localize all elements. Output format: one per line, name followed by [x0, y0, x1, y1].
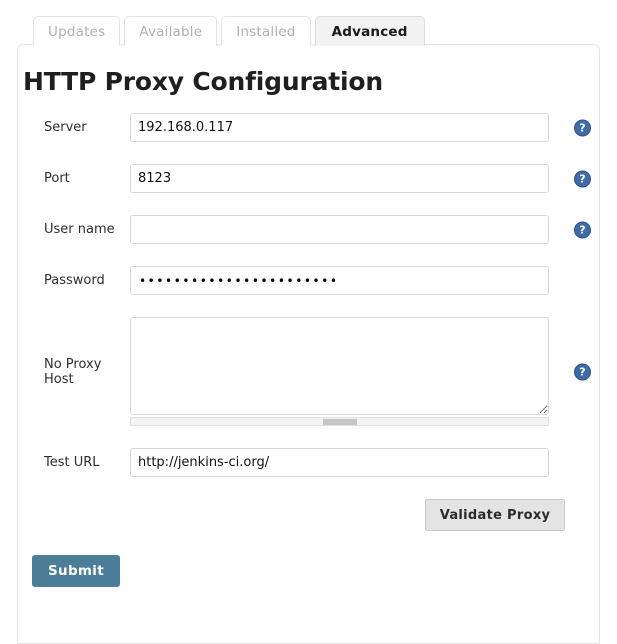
port-input[interactable] [130, 164, 549, 193]
form-row-username: User name ? [18, 215, 601, 244]
submit-button[interactable]: Submit [32, 555, 120, 587]
password-label: Password [44, 273, 105, 288]
no-proxy-host-textarea[interactable] [130, 317, 549, 415]
test-url-input[interactable] [130, 448, 549, 477]
advanced-panel: HTTP Proxy Configuration Server ? Port ?… [17, 44, 600, 644]
tab-available[interactable]: Available [124, 16, 218, 46]
tab-strip: Updates Available Installed Advanced [33, 14, 429, 46]
username-input[interactable] [130, 215, 549, 244]
textarea-drag-handle[interactable] [130, 417, 549, 426]
test-url-label: Test URL [44, 455, 100, 470]
tab-updates[interactable]: Updates [33, 16, 121, 46]
form-row-test-url: Test URL [18, 448, 601, 477]
tab-installed[interactable]: Installed [221, 16, 311, 46]
form-row-no-proxy-host: No Proxy Host ? [18, 317, 601, 426]
submit-row: Submit [18, 555, 601, 595]
http-proxy-form: Server ? Port ? User name ? Password [18, 113, 601, 595]
port-field-wrap [130, 164, 549, 193]
server-input[interactable] [130, 113, 549, 142]
server-field-wrap [130, 113, 549, 142]
username-field-wrap [130, 215, 549, 244]
username-label: User name [44, 222, 115, 237]
drag-grip-icon [322, 419, 357, 424]
test-url-field-wrap [130, 448, 549, 477]
page-title: HTTP Proxy Configuration [23, 67, 383, 96]
no-proxy-host-label: No Proxy Host [44, 356, 102, 387]
help-circle-icon-username[interactable]: ? [574, 221, 591, 238]
password-input[interactable]: ••••••••••••••••••••••• [130, 266, 549, 295]
form-row-port: Port ? [18, 164, 601, 193]
form-row-password: Password ••••••••••••••••••••••• [18, 266, 601, 295]
help-circle-icon-port[interactable]: ? [574, 170, 591, 187]
server-label: Server [44, 120, 87, 135]
help-circle-icon-server[interactable]: ? [574, 119, 591, 136]
password-field-wrap: ••••••••••••••••••••••• [130, 266, 549, 295]
validate-proxy-button[interactable]: Validate Proxy [425, 499, 565, 531]
port-label: Port [44, 171, 70, 186]
no-proxy-host-field-wrap [130, 317, 549, 426]
form-row-server: Server ? [18, 113, 601, 142]
validate-row: Validate Proxy [18, 499, 601, 533]
help-circle-icon-no-proxy-host[interactable]: ? [574, 363, 591, 380]
tab-advanced[interactable]: Advanced [314, 16, 425, 46]
